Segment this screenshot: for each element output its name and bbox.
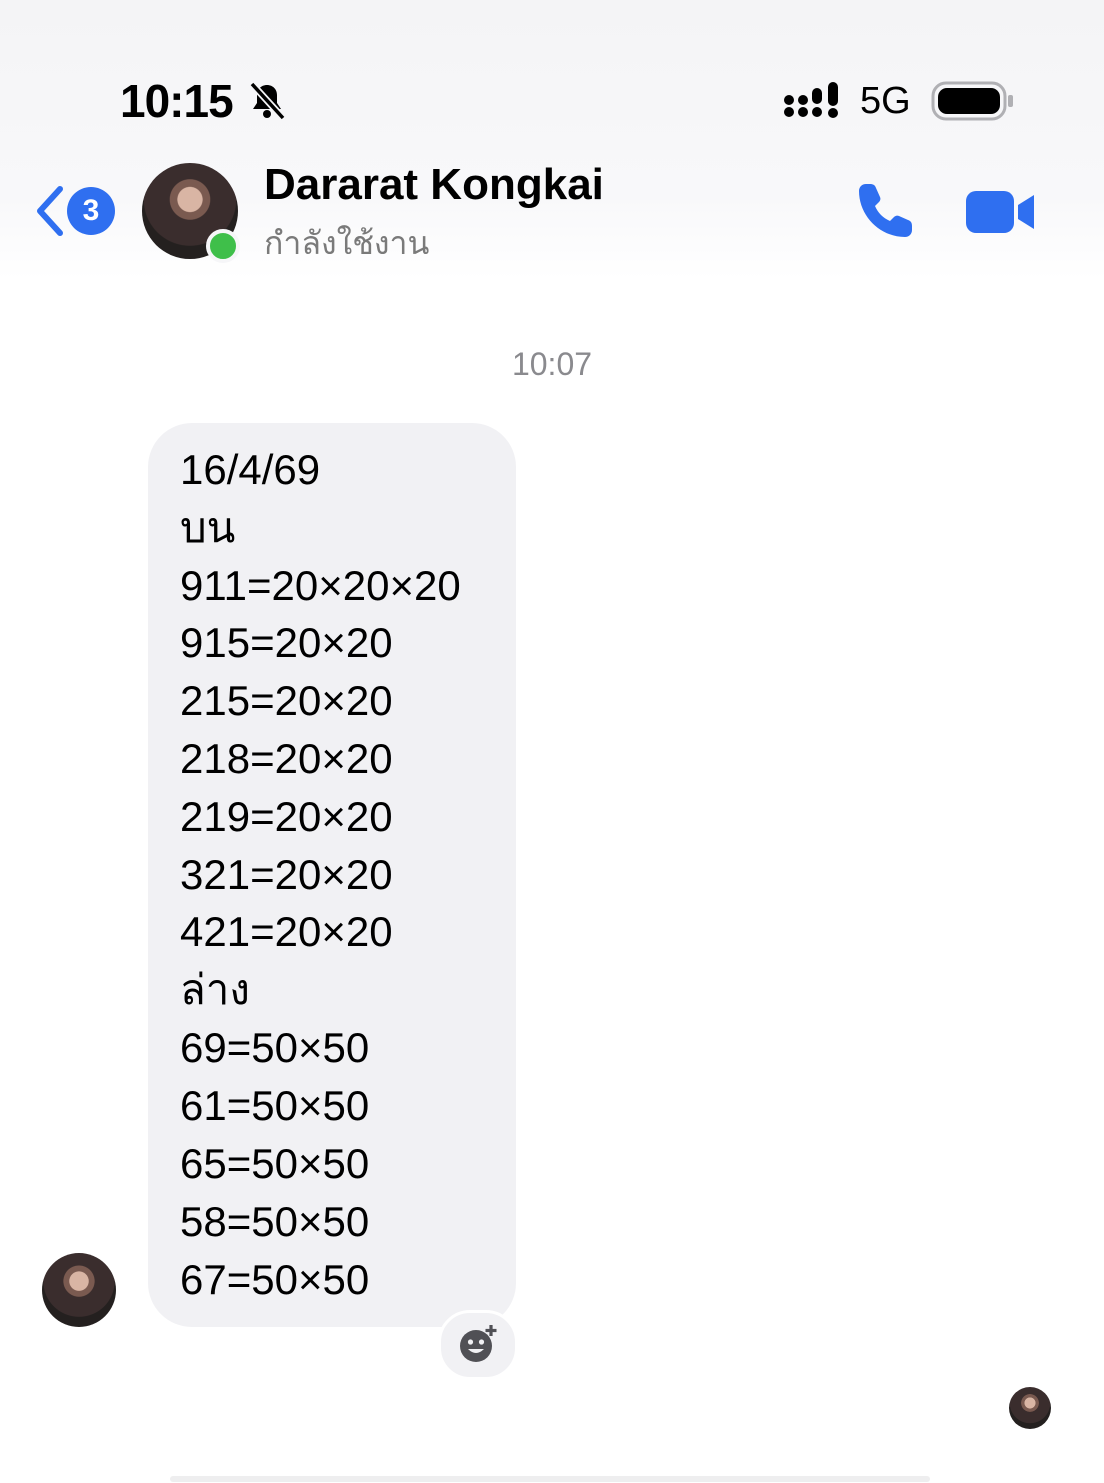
- signal-icon: [784, 82, 838, 118]
- video-camera-icon[interactable]: [964, 187, 1038, 237]
- message-line: 61=50×50: [180, 1082, 370, 1129]
- message-line: 219=20×20: [180, 793, 393, 840]
- phone-icon[interactable]: [856, 180, 916, 240]
- battery-icon: [931, 81, 1013, 121]
- message-line: 218=20×20: [180, 735, 393, 782]
- message-line: 67=50×50: [180, 1256, 370, 1303]
- contact-status: กำลังใช้งาน: [264, 225, 430, 261]
- bell-slash-icon: [249, 81, 286, 121]
- message-timestamp: 10:07: [511, 346, 593, 382]
- status-time: 10:15: [120, 75, 234, 127]
- sender-avatar[interactable]: [42, 1253, 116, 1327]
- contact-name[interactable]: Dararat Kongkai: [264, 160, 604, 210]
- message-line: 911=20×20×20: [180, 562, 461, 609]
- message-line: ล่าง: [180, 966, 250, 1013]
- message-bubble[interactable]: 16/4/69 บน 911=20×20×20 915=20×20 215=20…: [148, 423, 516, 1327]
- message-line: 58=50×50: [180, 1198, 370, 1245]
- message-line: 65=50×50: [180, 1140, 370, 1187]
- seen-receipt-avatar: [1009, 1387, 1051, 1429]
- message-line: 915=20×20: [180, 619, 393, 666]
- message-line: 16/4/69: [180, 446, 321, 493]
- back-chevron-icon[interactable]: [30, 183, 70, 239]
- message-line: บน: [180, 504, 236, 551]
- add-reaction-icon: [460, 1325, 497, 1362]
- network-type: 5G: [860, 80, 911, 122]
- message-line: 69=50×50: [180, 1024, 370, 1071]
- add-reaction-button[interactable]: [438, 1310, 518, 1380]
- online-indicator: [206, 229, 240, 263]
- message-line: 215=20×20: [180, 677, 393, 724]
- unread-badge[interactable]: 3: [67, 187, 115, 235]
- message-line: 321=20×20: [180, 851, 393, 898]
- message-line: 421=20×20: [180, 908, 393, 955]
- composer-edge: [170, 1476, 930, 1482]
